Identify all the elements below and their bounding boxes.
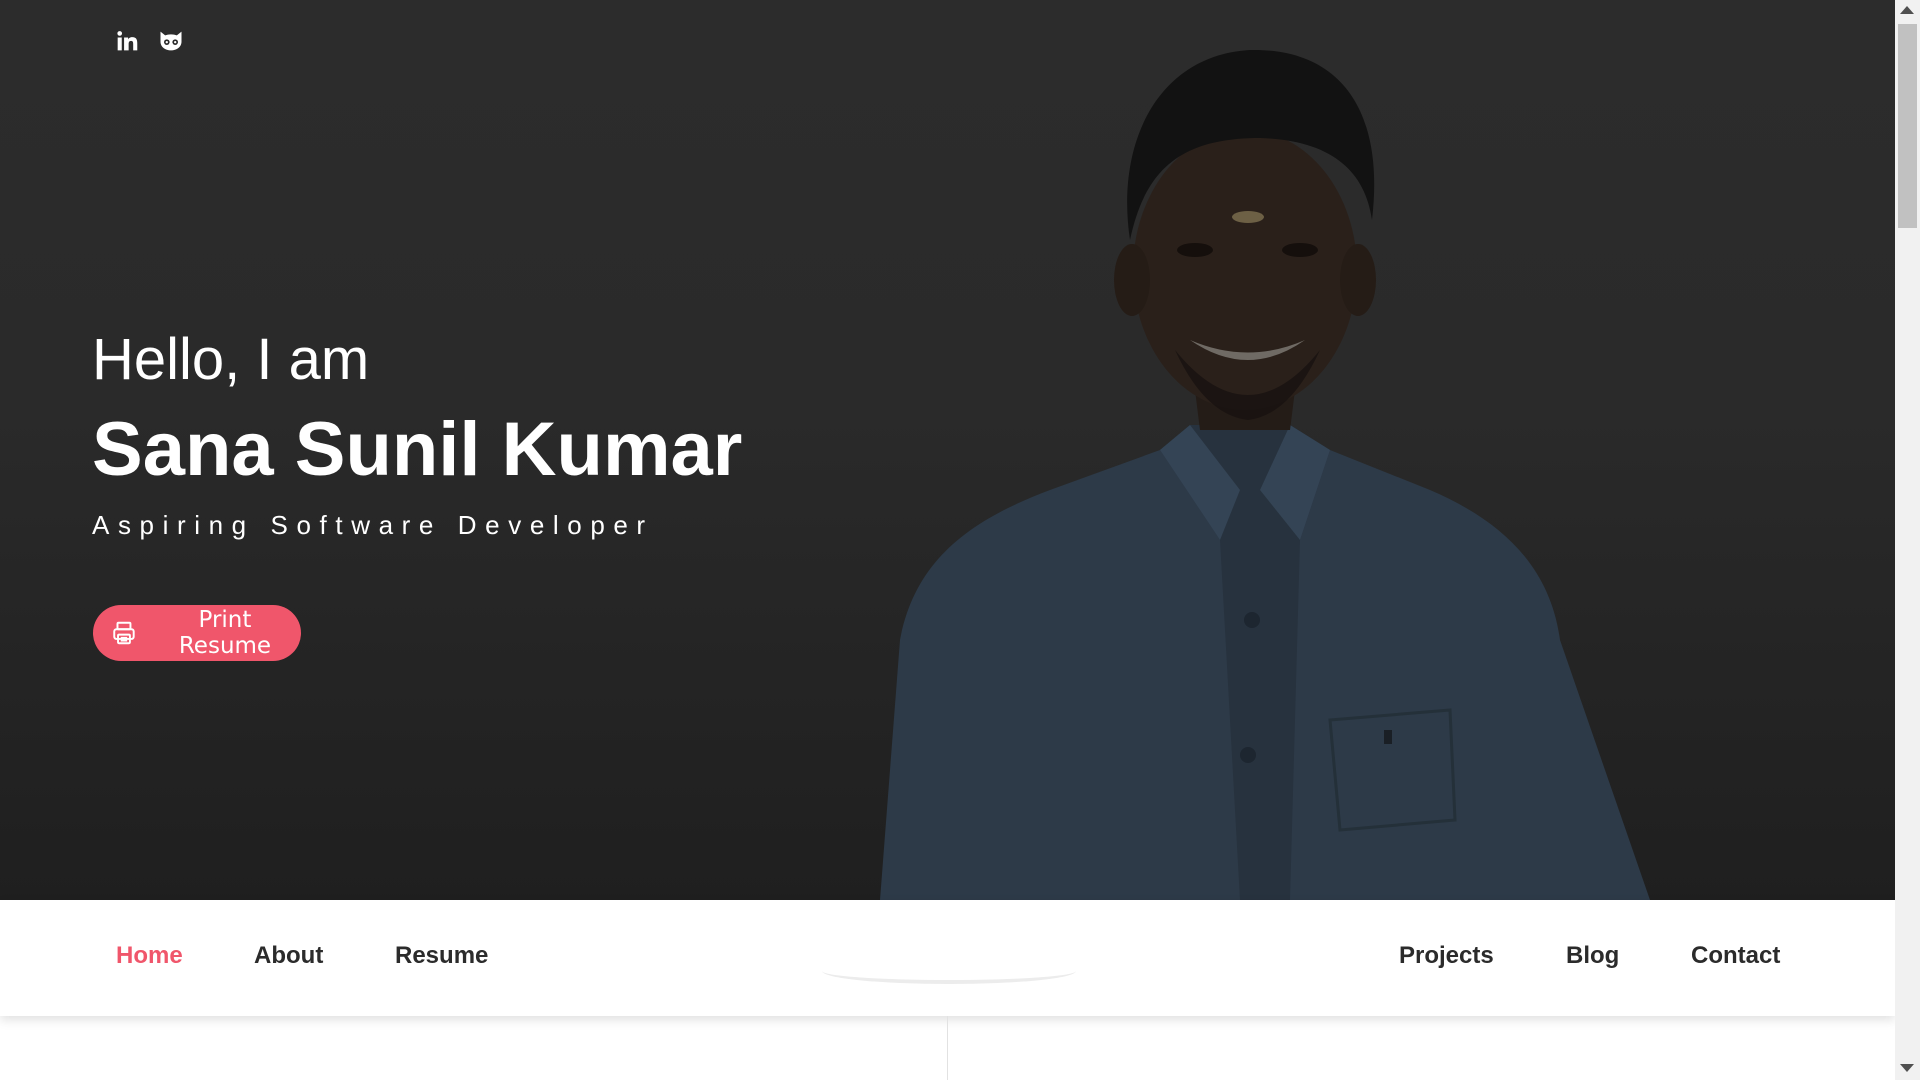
scrollbar-thumb[interactable]	[1898, 24, 1917, 228]
nav-blog[interactable]: Blog	[1566, 942, 1619, 970]
nav-contact[interactable]: Contact	[1691, 942, 1780, 970]
intro: Hello, I am Sana Sunil Kumar Aspiring So…	[92, 328, 742, 541]
nav-home[interactable]: Home	[116, 942, 183, 970]
greeting-text: Hello, I am	[92, 327, 370, 392]
main-nav: Home About Resume Projects Blog Contact	[0, 900, 1895, 1016]
print-resume-label: Print Resume	[178, 607, 272, 659]
scroll-up-icon[interactable]	[1900, 6, 1914, 14]
profile-photo	[880, 49, 1650, 900]
print-resume-button[interactable]: Print Resume	[93, 605, 301, 661]
printer-icon	[113, 621, 135, 645]
page: Hello, I am Sana Sunil Kumar Aspiring So…	[0, 0, 1895, 1080]
person-name: Sana Sunil Kumar	[92, 406, 743, 492]
nav-resume[interactable]: Resume	[395, 942, 488, 970]
scroll-down-icon[interactable]	[1900, 1064, 1914, 1072]
social-links	[112, 26, 186, 56]
section-divider	[947, 1016, 948, 1080]
nav-about[interactable]: About	[254, 942, 323, 970]
nav-projects[interactable]: Projects	[1399, 942, 1494, 970]
logo-placeholder	[822, 958, 1076, 984]
linkedin-icon[interactable]	[112, 26, 142, 56]
role-text: Aspiring Software Developer	[92, 509, 654, 540]
github-icon[interactable]	[156, 26, 186, 56]
hero-section: Hello, I am Sana Sunil Kumar Aspiring So…	[0, 0, 1895, 900]
